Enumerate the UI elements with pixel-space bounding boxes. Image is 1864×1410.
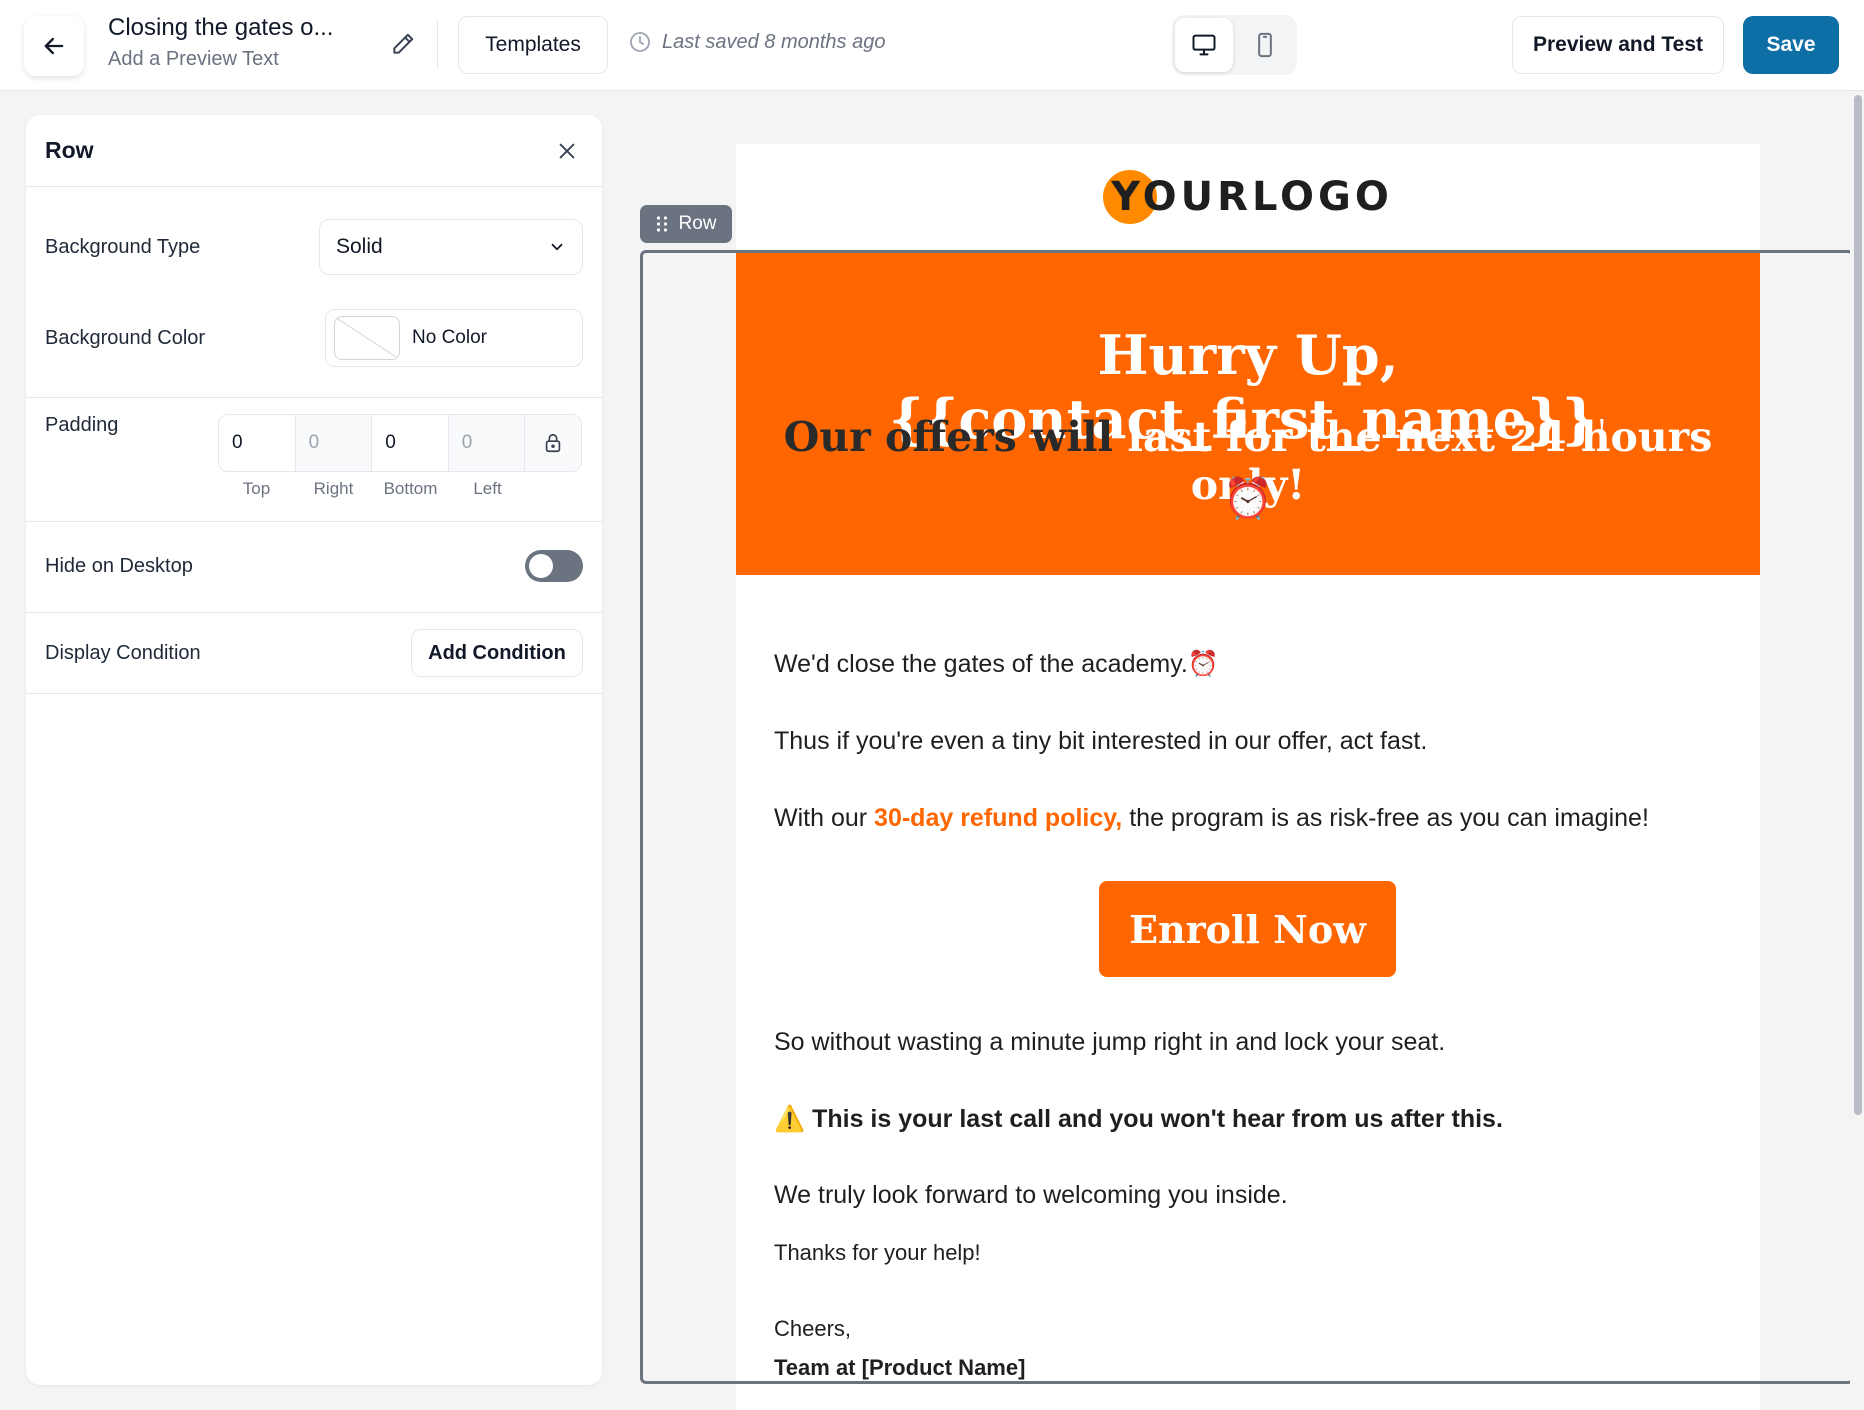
hide-desktop-section: Hide on Desktop: [26, 522, 602, 613]
paragraph-1: We'd close the gates of the academy.⏰: [774, 650, 1219, 678]
padding-left-label: Left: [473, 479, 502, 498]
padding-top-label: Top: [242, 479, 271, 498]
padding-top-input[interactable]: 0: [219, 415, 296, 471]
hide-desktop-label: Hide on Desktop: [45, 554, 193, 577]
preview-and-test-button[interactable]: Preview and Test: [1512, 16, 1724, 74]
paragraph-4: So without wasting a minute jump right i…: [774, 1028, 1446, 1056]
padding-left-input[interactable]: 0: [448, 415, 526, 471]
hide-desktop-row: Hide on Desktop: [26, 550, 602, 582]
add-condition-button[interactable]: Add Condition: [411, 629, 583, 677]
hero-banner[interactable]: Hurry Up, {{contact_first_name}}! Our of…: [736, 253, 1760, 575]
paragraph-5: ⚠️ This is your last call and you won't …: [774, 1105, 1503, 1134]
edit-title-button[interactable]: [385, 26, 421, 62]
padding-controls: 0 0 0 0 Top Right Bottom Left: [218, 414, 582, 499]
padding-bottom-label: Bottom: [383, 479, 438, 498]
background-type-select[interactable]: Solid: [319, 219, 583, 275]
padding-bottom-input[interactable]: 0: [372, 415, 449, 471]
campaign-title[interactable]: Closing the gates o...: [108, 14, 408, 42]
chevron-down-icon: [551, 243, 563, 251]
back-button[interactable]: [24, 16, 84, 76]
panel-header: Row: [26, 115, 602, 187]
row-tag-label: Row: [678, 213, 717, 234]
enroll-now-button[interactable]: Enroll Now: [1099, 881, 1396, 977]
paragraph-5-text: This is your last call and you won't hea…: [812, 1105, 1503, 1133]
templates-button[interactable]: Templates: [458, 16, 608, 74]
device-toggle: [1172, 15, 1297, 75]
scrollbar-thumb[interactable]: [1854, 95, 1862, 1115]
close-panel-button[interactable]: [550, 134, 584, 168]
background-color-row: Background Color No Color: [26, 309, 602, 367]
display-condition-row: Display Condition Add Condition: [26, 629, 602, 677]
paragraph-6: We truly look forward to welcoming you i…: [774, 1181, 1288, 1209]
sign-off: Cheers,: [774, 1316, 852, 1341]
background-type-row: Background Type Solid: [26, 219, 602, 275]
divider: [437, 20, 438, 70]
refund-policy-highlight: 30-day refund policy,: [874, 804, 1123, 832]
top-bar: Closing the gates o... Add a Preview Tex…: [0, 0, 1864, 91]
paragraph-3: With our 30-day refund policy, the progr…: [774, 804, 1649, 833]
logo-row[interactable]: YOURLOGO: [736, 144, 1760, 250]
hero-subtitle-dark: Our offers will: [783, 413, 1114, 461]
pencil-icon: [393, 33, 414, 54]
clock-history-icon: [630, 32, 650, 52]
padding-inputs: 0 0 0 0: [218, 414, 582, 472]
paragraph-2: Thus if you're even a tiny bit intereste…: [774, 727, 1428, 755]
background-color-label: Background Color: [45, 326, 206, 349]
display-condition-label: Display Condition: [45, 641, 201, 664]
alarm-clock-icon: ⏰: [1223, 475, 1273, 522]
background-section: Background Type Solid Background Color N…: [26, 187, 602, 398]
save-status: Last saved 8 months ago: [628, 30, 885, 54]
display-condition-section: Display Condition Add Condition: [26, 613, 602, 694]
padding-right-label: Right: [313, 479, 354, 498]
hide-desktop-toggle[interactable]: [525, 550, 583, 582]
background-color-picker[interactable]: No Color: [325, 309, 583, 367]
background-type-value: Solid: [336, 235, 383, 258]
preview-text-field[interactable]: Add a Preview Text: [108, 48, 408, 71]
background-color-value: No Color: [412, 327, 487, 348]
row-drag-handle[interactable]: Row: [640, 205, 732, 243]
padding-lock-button[interactable]: [525, 415, 581, 471]
desktop-icon: [1192, 34, 1216, 56]
mobile-view-button[interactable]: [1237, 18, 1295, 72]
close-icon: [559, 143, 575, 158]
padding-label: Padding: [45, 414, 119, 436]
last-saved-text: Last saved 8 months ago: [662, 30, 886, 53]
signature: Team at [Product Name]: [774, 1355, 1026, 1380]
logo: YOURLOGO: [1103, 170, 1393, 224]
save-button[interactable]: Save: [1743, 16, 1839, 74]
logo-text: YOURLOGO: [1111, 174, 1393, 220]
padding-right-input[interactable]: 0: [295, 415, 373, 471]
arrow-left-icon: [44, 37, 64, 55]
background-type-label: Background Type: [45, 235, 201, 258]
drag-dots-icon: [657, 216, 668, 232]
panel-title: Row: [45, 137, 94, 163]
padding-labels: Top Right Bottom Left: [218, 479, 582, 499]
mobile-icon: [1258, 32, 1273, 58]
warning-icon: ⚠️: [774, 1105, 806, 1133]
color-swatch: [334, 316, 400, 360]
desktop-view-button[interactable]: [1175, 18, 1233, 72]
paragraph-3-before: With our: [774, 804, 868, 832]
lock-icon: [545, 433, 561, 453]
row-settings-panel: Row Background Type Solid Background Col…: [26, 115, 602, 1385]
paragraph-3-after: the program is as risk-free as you can i…: [1129, 804, 1649, 832]
campaign-title-block: Closing the gates o... Add a Preview Tex…: [108, 14, 408, 71]
paragraph-7: Thanks for your help!: [774, 1240, 981, 1265]
padding-section: Padding 0 0 0 0 Top Right Bottom Left: [26, 398, 602, 522]
